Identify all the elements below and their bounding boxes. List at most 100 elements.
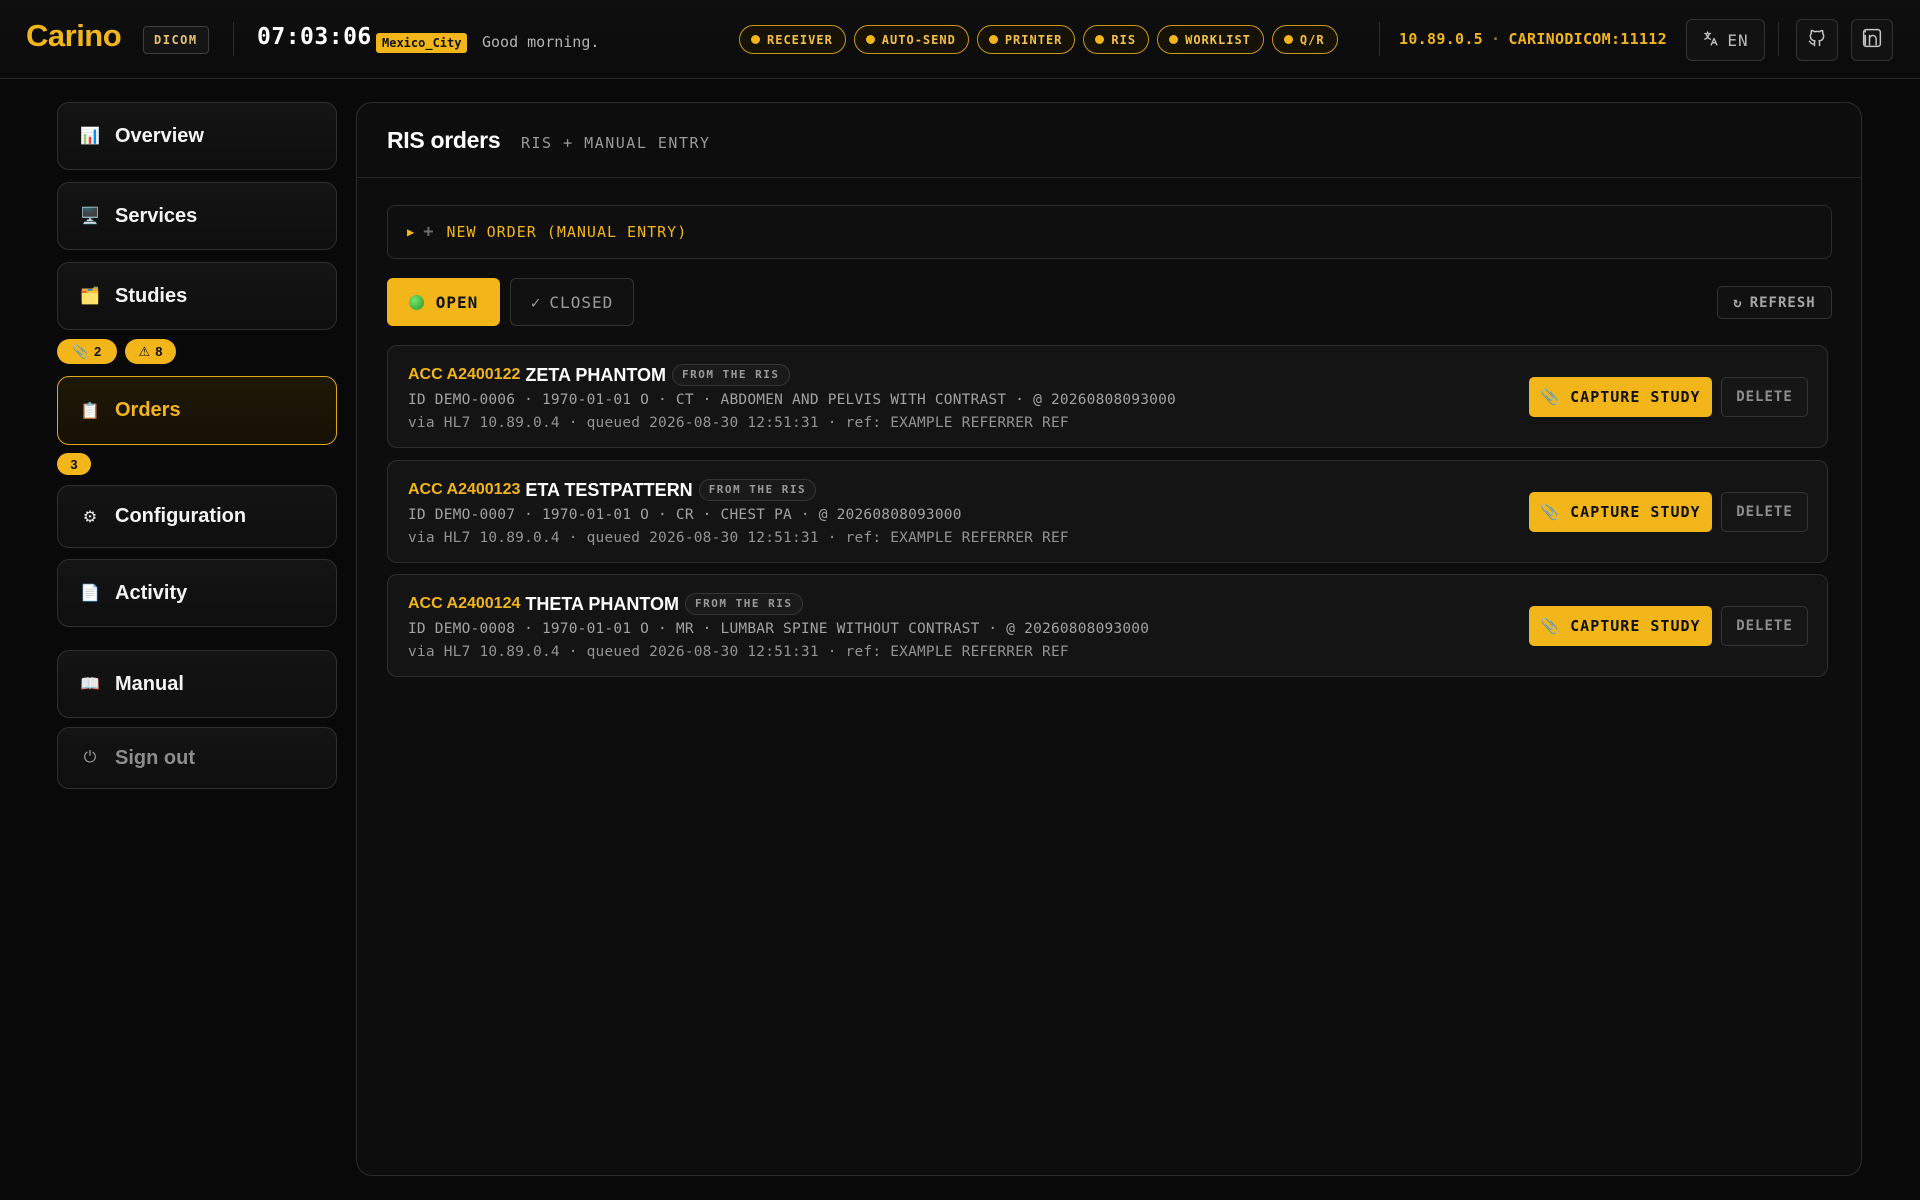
chart-icon: 📊 [80,128,100,145]
sidebar-item-sign-out[interactable]: ⏻ Sign out [57,727,337,789]
order-card: ACC A2400122 ZETA PHANTOM FROM THE RIS I… [387,345,1828,448]
capture-label: CAPTURE STUDY [1570,503,1701,521]
service-pill-auto-send[interactable]: AUTO-SEND [853,25,969,54]
refresh-label: REFRESH [1749,294,1816,311]
orders-panel: RIS orders RIS + MANUAL ENTRY ▶ + NEW OR… [356,102,1862,1176]
order-card: ACC A2400124 THETA PHANTOM FROM THE RIS … [387,574,1828,677]
service-pill-label: RECEIVER [767,32,833,47]
sign-out-icon: ⏻ [83,749,97,766]
capture-label: CAPTURE STUDY [1570,388,1701,406]
book-icon: 📖 [80,676,100,693]
plus-icon: + [423,222,435,242]
timezone-badge: Mexico_City [376,33,468,53]
sidebar-item-label: Configuration [115,505,247,527]
warning-icon: ⚠ [138,343,151,359]
page-subtitle: RIS + MANUAL ENTRY [521,134,711,152]
tab-label: OPEN [435,292,479,312]
status-dot-icon [1169,35,1179,44]
sidebar-item-label: Orders [115,399,181,421]
order-details: ID DEMO-0006 · 1970-01-01 O · CT · ABDOM… [408,392,1176,408]
service-pill-label: RIS [1111,32,1137,47]
refresh-icon: ↻ [1733,294,1743,311]
host-separator: · [1490,30,1501,48]
badge-count: 8 [155,344,163,359]
sidebar-item-orders[interactable]: 📋 Orders [57,376,337,445]
clipboard-icon: 📋 [80,402,100,420]
paperclip-icon: 📎 [1540,617,1561,635]
service-pill-worklist[interactable]: WORKLIST [1157,25,1264,54]
status-dot-icon [751,35,760,44]
language-button[interactable]: EN [1686,19,1765,61]
accession-number: ACC A2400123 [408,481,521,498]
sidebar-item-configuration[interactable]: ⚙ Configuration [57,485,337,548]
refresh-button[interactable]: ↻ REFRESH [1717,286,1832,319]
accession-number: ACC A2400122 [408,366,521,383]
sidebar-item-label: Manual [115,672,184,695]
service-pill-printer[interactable]: PRINTER [976,25,1076,54]
panel-header: RIS orders RIS + MANUAL ENTRY [357,103,1861,178]
source-badge: FROM THE RIS [685,593,803,615]
green-circle-icon [408,294,424,310]
tab-closed[interactable]: ✓ CLOSED [510,278,634,326]
delete-button[interactable]: DELETE [1721,606,1808,646]
sidebar-item-activity[interactable]: 📄 Activity [57,559,337,627]
order-meta: via HL7 10.89.0.4 · queued 2026-08-30 12… [408,644,1069,660]
divider [1379,22,1380,56]
sidebar-item-label: Activity [115,581,188,604]
service-pill-label: WORKLIST [1185,32,1251,47]
ae-title: CARINODICOM:11112 [1508,30,1667,48]
translate-icon [1702,30,1719,51]
capture-study-button[interactable]: 📎 CAPTURE STUDY [1529,492,1712,532]
sidebar-item-studies[interactable]: 🗂️ Studies [57,262,337,330]
sidebar-item-manual[interactable]: 📖 Manual [57,650,337,718]
service-pill-receiver[interactable]: RECEIVER [739,25,846,54]
delete-button[interactable]: DELETE [1721,377,1808,417]
sidebar-item-label: Studies [115,284,188,307]
new-order-toggle[interactable]: ▶ + NEW ORDER (MANUAL ENTRY) [387,205,1832,259]
delete-button[interactable]: DELETE [1721,492,1808,532]
greeting: Good morning. [482,33,600,51]
sidebar-item-label: Overview [115,124,204,147]
accession-number: ACC A2400124 [408,595,521,612]
language-label: EN [1727,30,1749,50]
paperclip-icon: 📎 [1540,388,1561,406]
top-bar: Carino DICOM 07:03:06 Mexico_City Good m… [0,0,1920,79]
sidebar-item-label: Sign out [115,746,195,769]
status-dot-icon [1095,35,1105,44]
service-pill-ris[interactable]: RIS [1083,25,1150,54]
capture-study-button[interactable]: 📎 CAPTURE STUDY [1529,606,1712,646]
brand-logo: Carino [26,18,122,53]
check-icon: ✓ [530,292,542,312]
order-details: ID DEMO-0007 · 1970-01-01 O · CR · CHEST… [408,507,962,523]
order-meta: via HL7 10.89.0.4 · queued 2026-08-30 12… [408,415,1069,431]
patient-name: ETA TESTPATTERN [525,479,693,500]
linkedin-button[interactable] [1851,19,1893,61]
folder-icon: 🗂️ [80,288,100,305]
host-ip: 10.89.0.5 [1399,30,1483,48]
divider [1778,22,1779,56]
status-dot-icon [865,35,875,44]
badge-count: 2 [93,344,102,359]
sidebar-item-services[interactable]: 🖥️ Services [57,182,337,250]
new-order-label: NEW ORDER (MANUAL ENTRY) [446,223,688,241]
studies-attachment-badge[interactable]: 📎 2 [57,339,117,364]
order-details: ID DEMO-0008 · 1970-01-01 O · MR · LUMBA… [408,621,1150,637]
capture-label: CAPTURE STUDY [1570,617,1701,635]
document-icon: 📄 [80,585,100,602]
caret-right-icon: ▶ [407,225,416,239]
github-button[interactable] [1796,19,1838,61]
studies-warning-badge[interactable]: ⚠ 8 [125,339,176,364]
tab-label: CLOSED [549,292,614,312]
clock: 07:03:06 [257,24,372,50]
status-dot-icon [1283,35,1293,44]
order-meta: via HL7 10.89.0.4 · queued 2026-08-30 12… [408,530,1069,546]
badge-count: 3 [70,456,78,472]
sidebar-item-label: Services [115,204,198,227]
sidebar-item-overview[interactable]: 📊 Overview [57,102,337,170]
capture-study-button[interactable]: 📎 CAPTURE STUDY [1529,377,1712,417]
source-badge: FROM THE RIS [698,479,817,501]
service-status-pills: RECEIVER AUTO-SEND PRINTER RIS WORKLIST … [739,25,1338,54]
paperclip-icon: 📎 [1540,503,1561,521]
tab-open[interactable]: OPEN [387,278,500,326]
service-pill-qr[interactable]: Q/R [1271,25,1338,54]
